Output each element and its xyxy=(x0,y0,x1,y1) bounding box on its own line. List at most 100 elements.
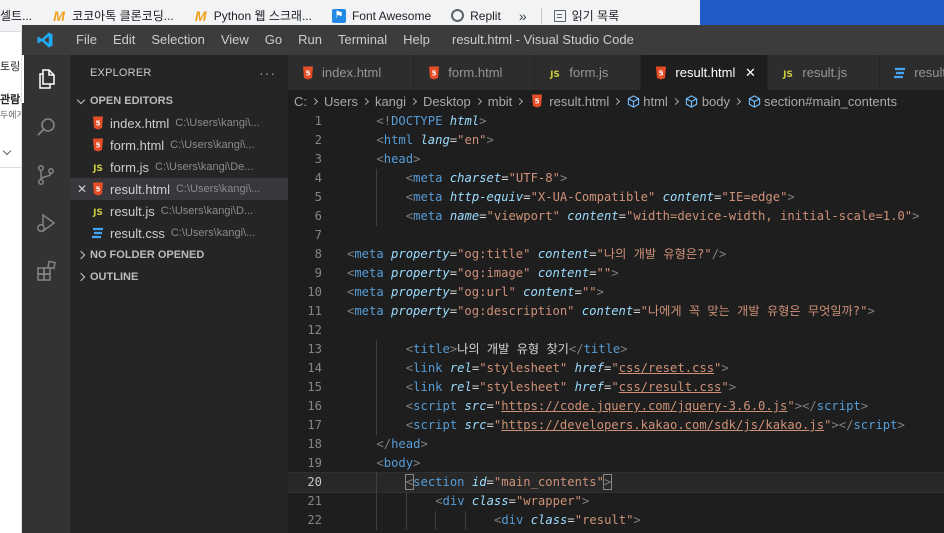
code-link[interactable]: css/reset.css xyxy=(619,361,714,375)
tab-label: result.js xyxy=(802,65,848,80)
code-text: 나의 개발 유형 찾기 xyxy=(457,342,569,356)
code-content: <meta property="og:url" content=""> xyxy=(347,283,604,302)
open-editor-item[interactable]: JS result.js C:\Users\kangi\D... xyxy=(70,200,288,222)
code-editor[interactable]: 1 <!DOCTYPE html> 2 <html lang="en"> 3 <head>… xyxy=(288,112,944,533)
chevron-right-icon xyxy=(671,97,679,105)
line-number: 18 xyxy=(307,437,322,451)
code-tag-name: meta xyxy=(354,304,384,318)
code-punctuation: > xyxy=(633,513,641,527)
indent-guide xyxy=(376,340,378,359)
section-label: NO FOLDER OPENED xyxy=(90,249,205,261)
line-number: 6 xyxy=(314,209,322,223)
menu-item-go[interactable]: Go xyxy=(257,25,290,55)
code-link[interactable]: css/result.css xyxy=(619,380,722,394)
breadcrumb-item[interactable]: Users xyxy=(324,94,358,109)
code-text: = xyxy=(589,247,597,261)
open-editor-item[interactable]: result.css C:\Users\kangi\... xyxy=(70,222,288,244)
line-number: 4 xyxy=(314,171,322,185)
code-punctuation: > xyxy=(897,418,905,432)
more-actions-icon[interactable]: ··· xyxy=(259,65,276,81)
extensions-icon[interactable] xyxy=(22,247,70,295)
outline-section-header[interactable]: OUTLINE xyxy=(70,266,288,288)
code-line: 18 </head> xyxy=(288,435,944,454)
breadcrumb-item[interactable]: Desktop xyxy=(423,94,471,109)
code-punctuation: < xyxy=(376,456,384,470)
open-editor-path: C:\Users\kangi\... xyxy=(175,183,261,195)
breadcrumb-item[interactable]: kangi xyxy=(375,94,406,109)
breadcrumb-item[interactable]: C: xyxy=(294,94,307,109)
menu-item-selection[interactable]: Selection xyxy=(143,25,212,55)
code-punctuation: ></ xyxy=(794,399,817,413)
menu-item-edit[interactable]: Edit xyxy=(105,25,143,55)
more-bookmarks-icon[interactable]: » xyxy=(511,8,535,24)
breadcrumb-item[interactable]: section#main_contents xyxy=(764,94,897,109)
reading-list-button[interactable]: 읽기 목록 xyxy=(548,7,626,24)
breadcrumb-item[interactable]: mbit xyxy=(488,94,513,109)
tab-form-html[interactable]: 5 form.html xyxy=(414,55,536,90)
chevron-right-icon xyxy=(516,97,524,105)
code-punctuation: ></ xyxy=(831,418,854,432)
no-folder-section-header[interactable]: NO FOLDER OPENED xyxy=(70,244,288,266)
code-content: <div class="wrapper"> xyxy=(435,492,589,511)
chevron-down-icon[interactable] xyxy=(2,146,12,156)
divider xyxy=(0,167,21,168)
close-icon[interactable]: ✕ xyxy=(74,182,90,196)
menu-item-view[interactable]: View xyxy=(213,25,257,55)
search-icon[interactable] xyxy=(22,103,70,151)
run-debug-icon[interactable] xyxy=(22,199,70,247)
tab-result-html[interactable]: 5 result.html ✕ xyxy=(641,55,769,90)
source-control-icon[interactable] xyxy=(22,151,70,199)
open-editors-section-header[interactable]: OPEN EDITORS xyxy=(70,90,288,112)
indent-guide xyxy=(376,207,378,226)
open-editor-item[interactable]: ✕ 5 result.html C:\Users\kangi\... xyxy=(70,178,288,200)
html-file-icon: 5 xyxy=(529,93,545,109)
code-tag-name: link xyxy=(413,380,443,394)
breadcrumb-item[interactable]: body xyxy=(702,94,730,109)
menu-item-help[interactable]: Help xyxy=(395,25,438,55)
code-punctuation: > xyxy=(912,209,920,223)
code-line: 17 <script src="https://developers.kakao.… xyxy=(288,416,944,435)
code-tag-name: title xyxy=(413,342,450,356)
indent-guide xyxy=(376,473,378,492)
open-editor-item[interactable]: JS form.js C:\Users\kangi\De... xyxy=(70,156,288,178)
page-text: 두에게 xyxy=(0,110,21,120)
vscode-window: File Edit Selection View Go Run Terminal Help r… xyxy=(22,25,944,533)
open-editor-item[interactable]: 5 index.html C:\Users\kangi\... xyxy=(70,112,288,134)
screen: 셀트... M 코코아톡 클론코딩... M Python 웹 스크래... ⚑ Font … xyxy=(0,0,944,533)
open-editor-item[interactable]: 5 form.html C:\Users\kangi\... xyxy=(70,134,288,156)
code-link[interactable]: https://code.jquery.com/jquery-3.6.0.js xyxy=(501,399,787,413)
line-number: 19 xyxy=(307,456,322,470)
tab-result-js[interactable]: JS result.js xyxy=(768,55,881,90)
activity-bar xyxy=(22,55,70,533)
divider xyxy=(540,7,542,24)
breadcrumb-item[interactable]: result.html xyxy=(549,94,609,109)
editor-tabs: 5 index.html 5 form.html JS form.js 5 result.ht… xyxy=(288,55,944,90)
close-icon[interactable]: ✕ xyxy=(743,65,757,81)
code-line: 6 <meta name="viewport" content="width=de… xyxy=(288,207,944,226)
tab-form-js[interactable]: JS form.js xyxy=(535,55,642,90)
code-text: = xyxy=(486,475,494,489)
line-number: 20 xyxy=(307,475,322,489)
code-attribute: content xyxy=(537,247,590,261)
menu-item-file[interactable]: File xyxy=(68,25,105,55)
breadcrumb-item[interactable]: html xyxy=(643,94,668,109)
tab-index-html[interactable]: 5 index.html xyxy=(288,55,415,90)
code-content: <script src="https://code.jquery.com/jqu… xyxy=(406,397,868,416)
code-link[interactable]: https://developers.kakao.com/sdk/js/kaka… xyxy=(501,418,824,432)
explorer-icon[interactable] xyxy=(22,55,70,103)
code-content: <!DOCTYPE html> xyxy=(376,112,486,131)
code-punctuation: <! xyxy=(376,114,392,128)
tab-result-css[interactable]: result.css xyxy=(880,55,944,90)
svg-text:5: 5 xyxy=(96,120,101,128)
indent-guide xyxy=(405,492,407,511)
open-editor-name: result.css xyxy=(110,225,165,241)
menu-item-terminal[interactable]: Terminal xyxy=(330,25,395,55)
code-tag-name: html xyxy=(383,133,414,147)
menu-item-run[interactable]: Run xyxy=(290,25,330,55)
code-string: "wrapper" xyxy=(515,494,582,508)
